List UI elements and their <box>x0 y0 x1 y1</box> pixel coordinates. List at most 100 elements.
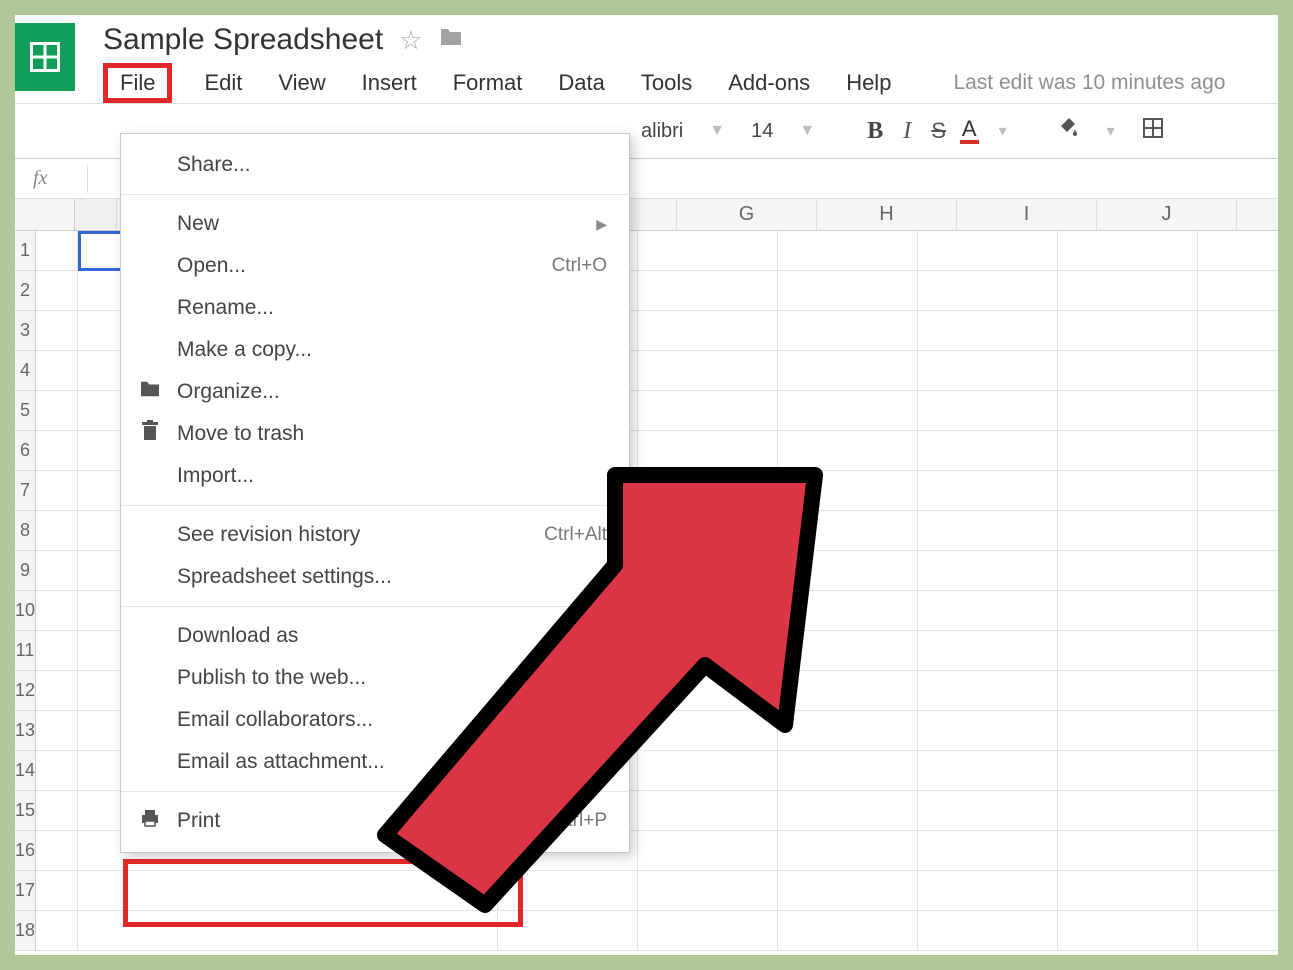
cell[interactable] <box>1058 471 1198 511</box>
row-header[interactable]: 6 <box>15 431 35 471</box>
cell[interactable] <box>918 591 1058 631</box>
column-header-i[interactable]: I <box>957 199 1097 230</box>
cell[interactable] <box>1198 231 1278 271</box>
chevron-down-icon[interactable]: ▼ <box>799 122 815 140</box>
cell[interactable] <box>1198 311 1278 351</box>
cell[interactable] <box>1198 671 1278 711</box>
cell[interactable] <box>36 751 78 791</box>
menu-new[interactable]: New▶ <box>121 203 629 245</box>
cell[interactable] <box>918 871 1058 911</box>
cell[interactable] <box>36 831 78 871</box>
menu-data[interactable]: Data <box>554 66 608 100</box>
cell[interactable] <box>1198 831 1278 871</box>
italic-button[interactable]: I <box>897 114 917 149</box>
menu-organize[interactable]: Organize... <box>121 371 629 413</box>
cell[interactable] <box>778 351 918 391</box>
cell[interactable] <box>638 231 778 271</box>
cell[interactable] <box>1198 391 1278 431</box>
cell[interactable] <box>918 431 1058 471</box>
cell[interactable] <box>1058 551 1198 591</box>
row-header[interactable]: 16 <box>15 831 35 871</box>
row-header[interactable]: 8 <box>15 511 35 551</box>
cell[interactable] <box>1058 431 1198 471</box>
menu-format[interactable]: Format <box>449 66 527 100</box>
column-header-g[interactable]: G <box>677 199 817 230</box>
cell[interactable] <box>1198 511 1278 551</box>
cell[interactable] <box>918 831 1058 871</box>
row-header[interactable]: 15 <box>15 791 35 831</box>
borders-button[interactable] <box>1135 112 1171 150</box>
cell[interactable] <box>1198 551 1278 591</box>
cell[interactable] <box>778 391 918 431</box>
chevron-down-icon[interactable]: ▼ <box>709 122 725 140</box>
cell[interactable] <box>918 271 1058 311</box>
cell[interactable] <box>36 271 78 311</box>
row-header[interactable]: 10 <box>15 591 35 631</box>
column-header-j[interactable]: J <box>1097 199 1237 230</box>
cell[interactable] <box>36 311 78 351</box>
menu-view[interactable]: View <box>274 66 329 100</box>
cell[interactable] <box>778 231 918 271</box>
cell[interactable] <box>36 391 78 431</box>
cell[interactable] <box>918 671 1058 711</box>
chevron-down-icon[interactable]: ▾ <box>999 121 1007 141</box>
cell[interactable] <box>918 751 1058 791</box>
cell[interactable] <box>1058 351 1198 391</box>
cell[interactable] <box>36 791 78 831</box>
menu-edit[interactable]: Edit <box>200 66 246 100</box>
cell[interactable] <box>1058 671 1198 711</box>
cell[interactable] <box>918 311 1058 351</box>
text-color-button[interactable]: A <box>960 118 979 144</box>
cell[interactable] <box>1198 591 1278 631</box>
font-family-select[interactable]: alibri <box>635 116 689 147</box>
font-size-select[interactable]: 14 <box>745 116 779 147</box>
doc-title[interactable]: Sample Spreadsheet <box>103 23 383 57</box>
menu-share[interactable]: Share... <box>121 144 629 186</box>
cell[interactable] <box>1198 751 1278 791</box>
cell[interactable] <box>918 911 1058 951</box>
cell[interactable] <box>36 591 78 631</box>
row-header[interactable]: 3 <box>15 311 35 351</box>
cell[interactable] <box>918 471 1058 511</box>
cell[interactable] <box>36 551 78 591</box>
cell[interactable] <box>1058 631 1198 671</box>
cell[interactable] <box>36 671 78 711</box>
row-header[interactable]: 13 <box>15 711 35 751</box>
select-all-corner[interactable] <box>15 199 75 230</box>
cell[interactable] <box>1058 871 1198 911</box>
cell[interactable] <box>36 231 78 271</box>
cell[interactable] <box>918 711 1058 751</box>
strikethrough-button[interactable]: S <box>925 114 952 148</box>
menu-help[interactable]: Help <box>842 66 895 100</box>
cell[interactable] <box>1198 351 1278 391</box>
row-header[interactable]: 4 <box>15 351 35 391</box>
menu-open[interactable]: Open...Ctrl+O <box>121 245 629 287</box>
row-header[interactable]: 12 <box>15 671 35 711</box>
cell[interactable] <box>1198 711 1278 751</box>
cell[interactable] <box>36 911 78 951</box>
bold-button[interactable]: B <box>861 114 889 149</box>
menu-rename[interactable]: Rename... <box>121 287 629 329</box>
row-header[interactable]: 1 <box>15 231 35 271</box>
cell[interactable] <box>918 231 1058 271</box>
row-header[interactable]: 18 <box>15 911 35 951</box>
cell[interactable] <box>1198 911 1278 951</box>
cell[interactable] <box>1058 391 1198 431</box>
row-header[interactable]: 14 <box>15 751 35 791</box>
cell[interactable] <box>778 271 918 311</box>
cell[interactable] <box>918 351 1058 391</box>
cell[interactable] <box>1058 231 1198 271</box>
cell[interactable] <box>36 871 78 911</box>
cell[interactable] <box>1058 751 1198 791</box>
cell[interactable] <box>638 351 778 391</box>
column-header[interactable] <box>75 199 117 230</box>
cell[interactable] <box>1198 871 1278 911</box>
cell[interactable] <box>36 711 78 751</box>
cell[interactable] <box>36 511 78 551</box>
cell[interactable] <box>638 271 778 311</box>
cell[interactable] <box>36 471 78 511</box>
menu-insert[interactable]: Insert <box>358 66 421 100</box>
cell[interactable] <box>1198 791 1278 831</box>
cell[interactable] <box>1058 711 1198 751</box>
cell[interactable] <box>918 791 1058 831</box>
